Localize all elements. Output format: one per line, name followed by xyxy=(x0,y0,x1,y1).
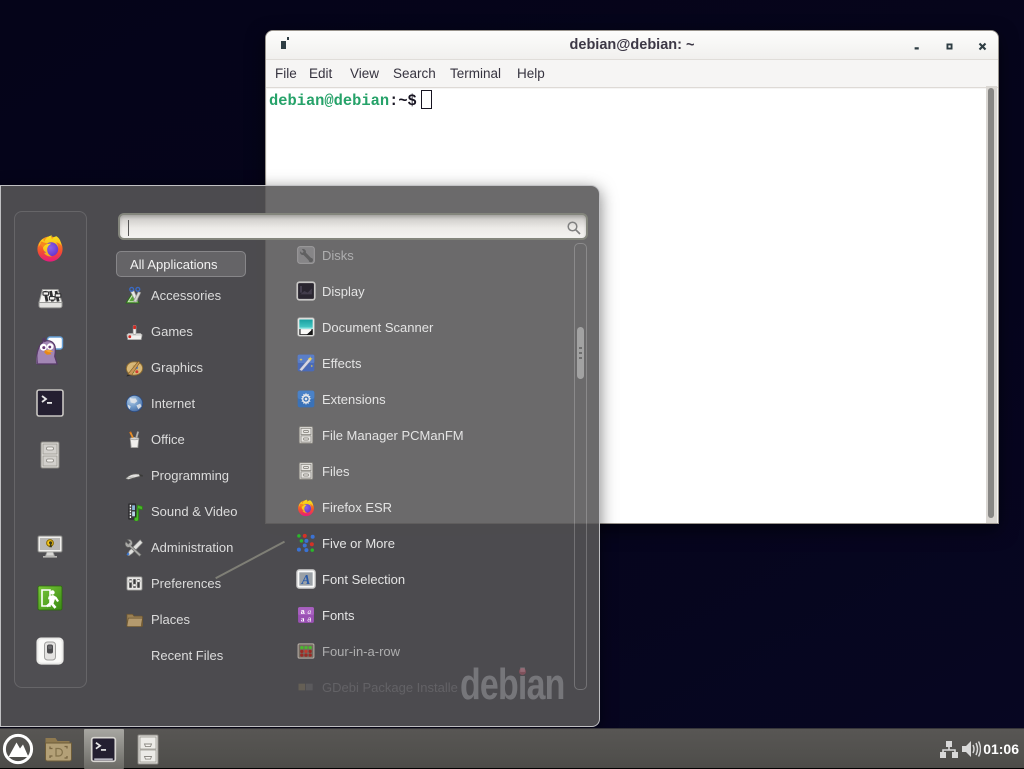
svg-text:a: a xyxy=(301,615,305,623)
svg-text:a: a xyxy=(307,615,311,623)
svg-text:A: A xyxy=(301,572,311,587)
